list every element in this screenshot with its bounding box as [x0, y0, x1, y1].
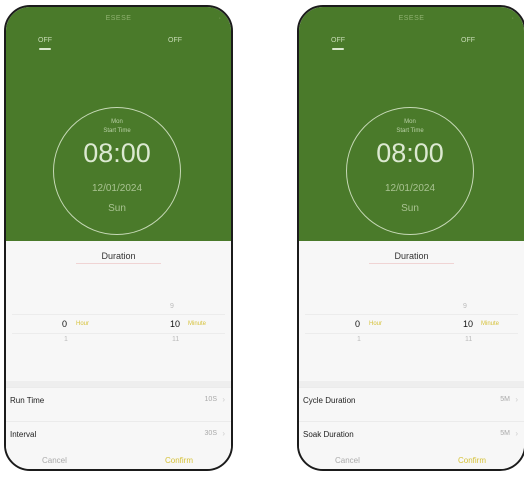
clock-caption-label: Start Time [103, 128, 131, 134]
duration-sheet: Duration 9 0 Hour 10 Minute 1 11 Run Tim… [6, 241, 231, 469]
clock-caption-day: Mon [111, 119, 123, 125]
sheet-divider [76, 263, 161, 264]
minute-below: 11 [465, 336, 473, 343]
minute-above: 9 [170, 303, 174, 310]
duration-sheet: Duration 9 0 Hour 10 Minute 1 11 Cycle D… [299, 241, 524, 469]
tab-indicator [332, 48, 344, 50]
row-label: Run Time [10, 396, 45, 405]
hour-unit: Hour [369, 321, 383, 327]
header-area: ESESE · OFF OFF Mon Start Time 08:00 12/… [299, 7, 524, 243]
hour-below: 1 [357, 336, 361, 343]
selection-line-top [12, 314, 225, 315]
clock-date: 12/01/2024 [91, 183, 143, 194]
minute-above: 9 [463, 303, 467, 310]
row-label: Soak Duration [303, 430, 354, 439]
phone-screen-right: ESESE · OFF OFF Mon Start Time 08:00 12/… [297, 5, 524, 471]
clock-dial[interactable]: Mon Start Time 08:00 12/01/2024 Sun [346, 107, 474, 235]
clock-caption-day: Mon [404, 119, 416, 125]
row-label: Cycle Duration [303, 396, 356, 405]
chevron-right-icon: › [515, 395, 518, 404]
clock-day: Sun [108, 203, 126, 214]
confirm-button[interactable]: Confirm [165, 456, 193, 465]
header-area: ESESE · OFF OFF Mon Start Time 08:00 12/… [6, 7, 231, 243]
setting-row[interactable]: Cycle Duration 5M › [299, 387, 524, 414]
hour-value[interactable]: 0 [355, 319, 360, 329]
setting-row[interactable]: Run Time 10S › [6, 387, 231, 414]
minute-unit: Minute [188, 321, 207, 327]
tab-1[interactable]: OFF [38, 37, 52, 44]
clock-date: 12/01/2024 [384, 183, 436, 194]
sheet-divider [369, 263, 454, 264]
selection-line-bottom [12, 333, 225, 334]
row-value: 30S [204, 430, 217, 437]
minute-value[interactable]: 10 [170, 319, 180, 329]
setting-row[interactable]: Interval 30S › [6, 421, 231, 448]
chevron-right-icon: › [222, 395, 225, 404]
clock-time: 08:00 [376, 138, 444, 168]
row-value: 5M [500, 430, 510, 437]
hour-value[interactable]: 0 [62, 319, 67, 329]
sheet-title: Duration [394, 251, 429, 261]
minute-unit: Minute [481, 321, 500, 327]
selection-line-top [305, 314, 518, 315]
chevron-right-icon: › [515, 429, 518, 438]
tab-1[interactable]: OFF [331, 37, 345, 44]
clock-day: Sun [401, 203, 419, 214]
chevron-right-icon: › [222, 429, 225, 438]
clock-time: 08:00 [83, 138, 151, 168]
status-title: ESESE [105, 15, 132, 22]
selection-line-bottom [305, 333, 518, 334]
hour-unit: Hour [76, 321, 90, 327]
sheet-title: Duration [101, 251, 136, 261]
status-title: ESESE [398, 15, 425, 22]
minute-value[interactable]: 10 [463, 319, 473, 329]
phone-screen-left: ESESE · OFF OFF Mon Start Time 08:00 12/… [4, 5, 233, 471]
hour-below: 1 [64, 336, 68, 343]
cancel-button[interactable]: Cancel [42, 456, 67, 465]
status-icon: · [511, 15, 514, 22]
minute-below: 11 [172, 336, 180, 343]
row-label: Interval [10, 430, 37, 439]
cancel-button[interactable]: Cancel [335, 456, 360, 465]
status-icon: · [218, 15, 221, 22]
clock-dial[interactable]: Mon Start Time 08:00 12/01/2024 Sun [53, 107, 181, 235]
setting-row[interactable]: Soak Duration 5M › [299, 421, 524, 448]
clock-caption-label: Start Time [396, 128, 424, 134]
tab-indicator [39, 48, 51, 50]
tab-2[interactable]: OFF [168, 37, 182, 44]
tab-2[interactable]: OFF [461, 37, 475, 44]
row-value: 5M [500, 396, 510, 403]
row-value: 10S [204, 396, 217, 403]
confirm-button[interactable]: Confirm [458, 456, 486, 465]
